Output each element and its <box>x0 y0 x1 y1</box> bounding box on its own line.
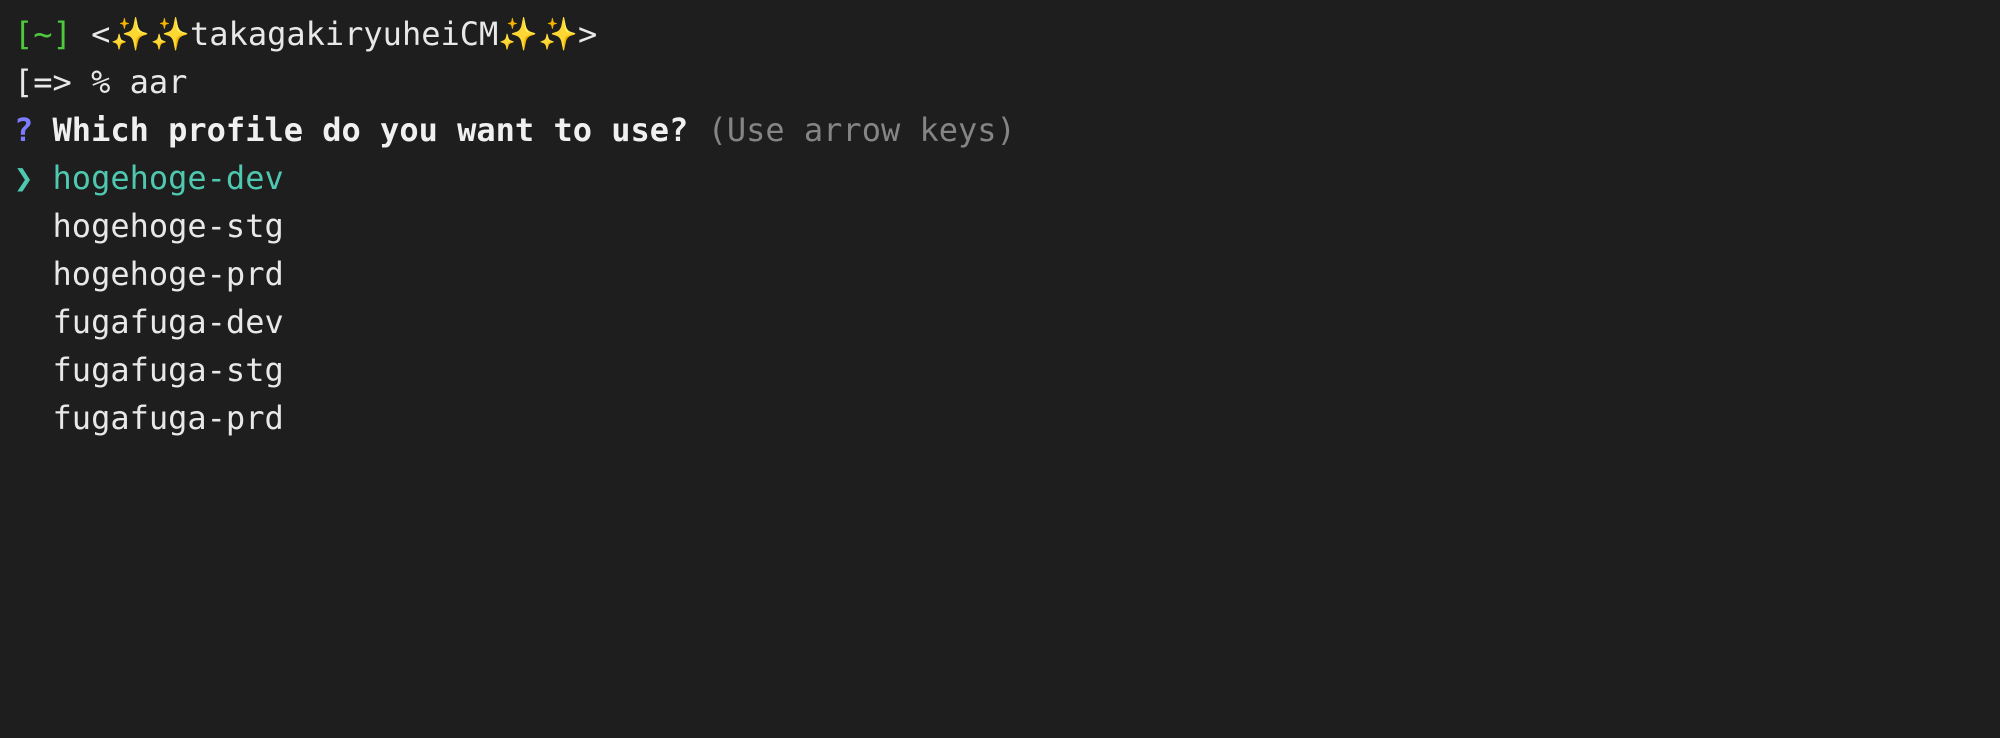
option-label: fugafuga-dev <box>53 303 284 341</box>
question-line: ? Which profile do you want to use? (Use… <box>14 106 1986 154</box>
question-mark-icon: ? <box>14 111 33 149</box>
question-text: Which profile do you want to use? <box>53 111 689 149</box>
prompt-tilde: ~ <box>33 15 52 53</box>
prompt-username: takagakiryuheiCM <box>190 15 498 53</box>
option-label: hogehoge-prd <box>53 255 284 293</box>
option-item[interactable]: hogehoge-prd <box>14 250 1986 298</box>
option-item[interactable]: fugafuga-stg <box>14 346 1986 394</box>
prompt-bracket-close: ] <box>53 15 72 53</box>
option-item[interactable]: fugafuga-prd <box>14 394 1986 442</box>
prompt-bracket-open: [ <box>14 15 33 53</box>
option-label: hogehoge-dev <box>53 159 284 197</box>
prompt-prefix: [=> % <box>14 63 130 101</box>
option-item[interactable]: hogehoge-stg <box>14 202 1986 250</box>
command-text[interactable]: aar <box>130 63 188 101</box>
prompt-angle-close: > <box>578 15 597 53</box>
prompt-line-1: [~] <✨✨takagakiryuheiCM✨✨> <box>14 10 1986 58</box>
prompt-angle-open: < <box>72 15 111 53</box>
question-hint: (Use arrow keys) <box>708 111 1016 149</box>
pointer-icon: ❯ <box>14 159 33 197</box>
option-label: fugafuga-stg <box>53 351 284 389</box>
option-selected[interactable]: ❯ hogehoge-dev <box>14 154 1986 202</box>
option-label: hogehoge-stg <box>53 207 284 245</box>
sparkle-icon: ✨✨ <box>110 15 190 53</box>
option-item[interactable]: fugafuga-dev <box>14 298 1986 346</box>
option-label: fugafuga-prd <box>53 399 284 437</box>
prompt-line-2: [=> % aar <box>14 58 1986 106</box>
sparkle-icon: ✨✨ <box>498 15 578 53</box>
